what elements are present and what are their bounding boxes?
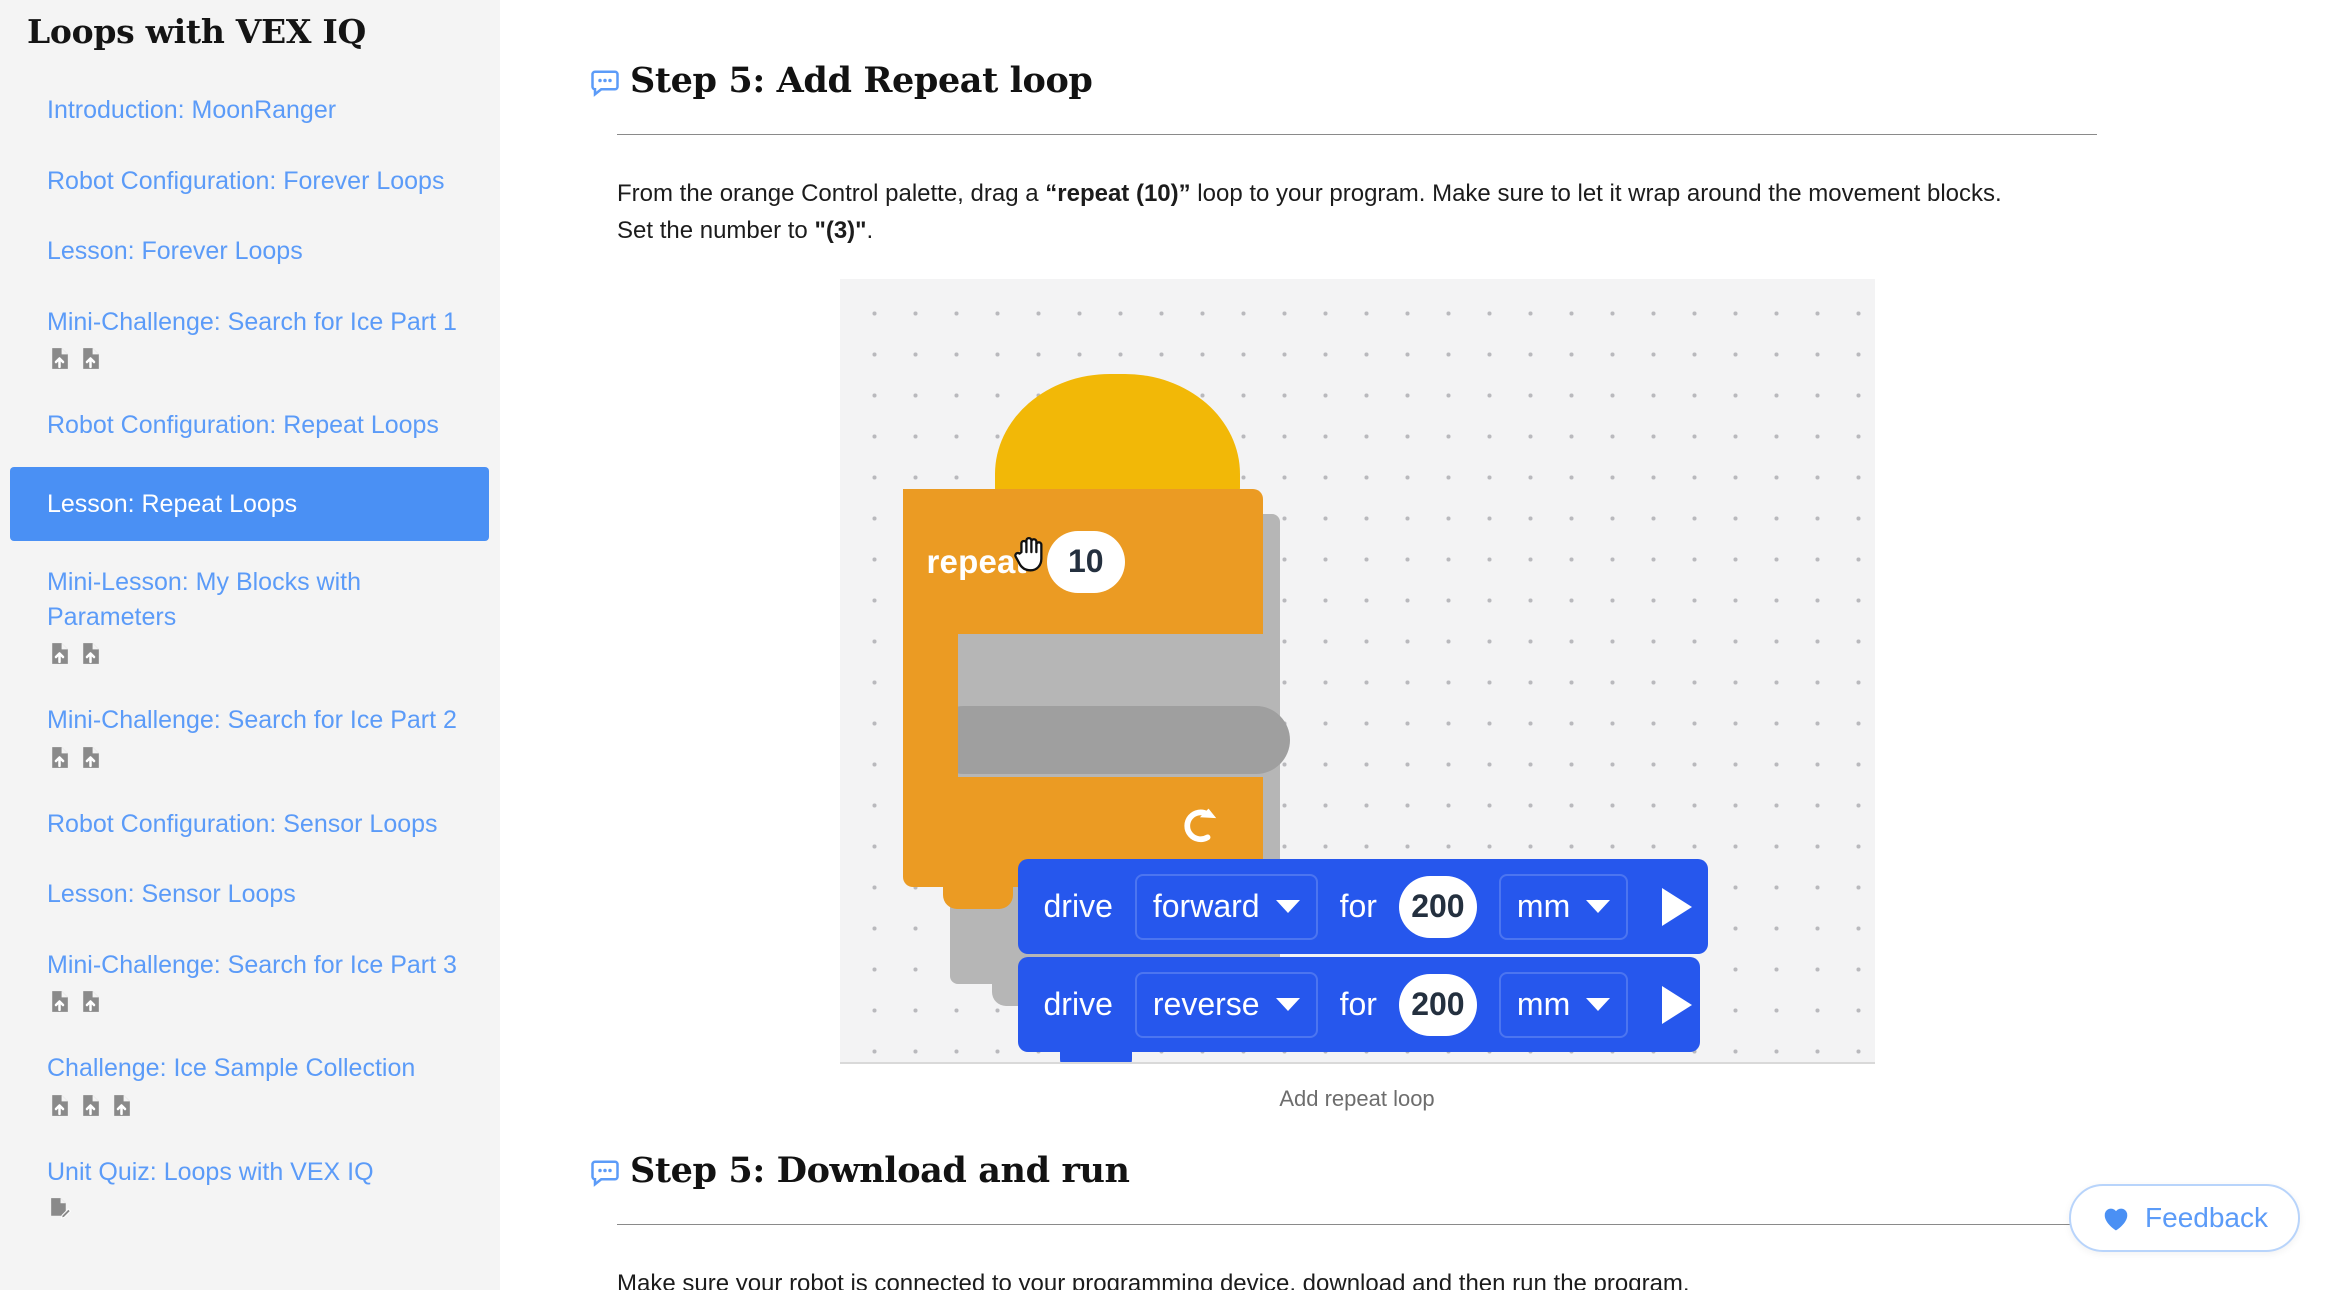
comment-bubble-icon: [590, 1158, 620, 1188]
sidebar-item-lesson-repeat-loops[interactable]: Lesson: Repeat Loops: [10, 466, 489, 541]
drive-reverse-block[interactable]: drive reverse for 200 mm: [1017, 957, 1700, 1063]
sidebar-item-label: Challenge: Ice Sample Collection: [47, 1054, 416, 1082]
section-paragraph: Make sure your robot is connected to you…: [617, 1265, 2032, 1290]
unit-dropdown[interactable]: mm: [1498, 873, 1629, 940]
sidebar-item-label: Lesson: Sensor Loops: [47, 880, 296, 908]
sidebar-item-icons: [47, 640, 489, 667]
block-program-figure: repeat 10 drive forward for 200 mm drive…: [617, 279, 2097, 1112]
comment-bubble-icon: [590, 68, 620, 98]
section-paragraph: From the orange Control palette, drag a …: [617, 175, 2032, 249]
sidebar-item-label: Mini-Challenge: Search for Ice Part 1: [47, 307, 457, 336]
lesson-nav-list: Introduction: MoonRanger Robot Configurat…: [0, 81, 500, 1234]
sidebar-item-label: Robot Configuration: Sensor Loops: [47, 809, 438, 838]
repeat-block-header[interactable]: repeat 10: [902, 489, 1263, 635]
lesson-content: Step 5: Add Repeat loop From the orange …: [500, 0, 2332, 1290]
sidebar-item-icons: [47, 1092, 489, 1119]
sidebar-item-introduction-moonranger[interactable]: Introduction: MoonRanger: [10, 81, 489, 140]
sidebar-item-lesson-forever-loops[interactable]: Lesson: Forever Loops: [10, 222, 489, 281]
direction-dropdown[interactable]: forward: [1134, 873, 1318, 940]
drive-label: drive: [1043, 888, 1113, 925]
section-title: Step 5: Add Repeat loop: [630, 60, 1093, 101]
for-label: for: [1339, 888, 1377, 925]
figure-caption: Add repeat loop: [1279, 1086, 1435, 1112]
section-header-download-and-run: Step 5: Download and run: [590, 1150, 2032, 1191]
file-upload-icon: [78, 744, 103, 771]
unit-dropdown[interactable]: mm: [1498, 971, 1629, 1038]
play-icon[interactable]: [1662, 887, 1693, 926]
chevron-down-icon: [1586, 998, 1611, 1012]
file-upload-icon: [78, 345, 103, 372]
sidebar-item-label: Introduction: MoonRanger: [47, 96, 337, 124]
sidebar-item-label: Robot Configuration: Repeat Loops: [47, 411, 439, 439]
course-sidebar: Loops with VEX IQ Introduction: MoonRang…: [0, 0, 500, 1290]
block-drop-placeholder-arm: [929, 706, 1290, 775]
chevron-down-icon: [1275, 900, 1300, 914]
grabbing-hand-cursor: [1008, 531, 1054, 577]
sidebar-item-challenge-ice-sample-collection[interactable]: Challenge: Ice Sample Collection: [10, 1039, 489, 1131]
chevron-down-icon: [1275, 998, 1300, 1012]
sidebar-item-mini-lesson-my-blocks-with-parameters[interactable]: Mini-Lesson: My Blocks with Parameters: [10, 553, 489, 679]
course-title: Loops with VEX IQ: [27, 12, 366, 51]
sidebar-item-label: Mini-Challenge: Search for Ice Part 2: [47, 706, 457, 734]
feedback-button[interactable]: Feedback: [2069, 1184, 2300, 1252]
unit-value: mm: [1516, 888, 1571, 925]
section-title: Step 5: Download and run: [630, 1150, 1130, 1192]
sidebar-item-robot-configuration-repeat-loops[interactable]: Robot Configuration: Repeat Loops: [10, 396, 489, 455]
for-label: for: [1339, 986, 1377, 1023]
file-upload-icon: [47, 744, 72, 771]
sidebar-item-icons: [47, 988, 489, 1015]
vexcode-block-canvas[interactable]: repeat 10 drive forward for 200 mm drive…: [839, 279, 1875, 1065]
repeat-count-input[interactable]: 10: [1046, 530, 1125, 593]
file-upload-icon: [47, 640, 72, 667]
sidebar-item-mini-challenge-search-for-ice-part-2[interactable]: Mini-Challenge: Search for Ice Part 2: [10, 691, 489, 783]
sidebar-item-label: Mini-Challenge: Search for Ice Part 3: [47, 950, 457, 979]
sidebar-item-lesson-sensor-loops[interactable]: Lesson: Sensor Loops: [10, 865, 489, 924]
sidebar-item-label: Unit Quiz: Loops with VEX IQ: [47, 1157, 374, 1186]
sidebar-item-label: Robot Configuration: Forever Loops: [47, 166, 445, 195]
file-upload-icon: [109, 1092, 134, 1119]
sidebar-item-label: Lesson: Repeat Loops: [47, 489, 298, 518]
direction-dropdown[interactable]: reverse: [1134, 971, 1318, 1038]
chevron-down-icon: [1586, 900, 1611, 914]
content-inner: Step 5: Add Repeat loop From the orange …: [500, 0, 2332, 1290]
section-header-add-repeat-loop: Step 5: Add Repeat loop: [590, 60, 2032, 101]
file-upload-icon: [47, 988, 72, 1015]
unit-value: mm: [1516, 986, 1571, 1023]
direction-value: forward: [1152, 888, 1260, 925]
paragraph-text: From the orange Control palette, drag a: [617, 180, 1046, 207]
file-upload-icon: [78, 640, 103, 667]
sidebar-item-label: Lesson: Forever Loops: [47, 237, 303, 265]
sidebar-item-robot-configuration-sensor-loops[interactable]: Robot Configuration: Sensor Loops: [10, 795, 489, 854]
direction-value: reverse: [1152, 986, 1260, 1023]
heart-icon: [2101, 1204, 2131, 1232]
sidebar-item-icons: [47, 744, 489, 771]
lesson-page: Loops with VEX IQ Introduction: MoonRang…: [0, 0, 2332, 1290]
distance-input[interactable]: 200: [1398, 973, 1477, 1036]
paragraph-text: Make sure your robot is connected to you…: [617, 1270, 1690, 1290]
sidebar-item-icons: [47, 1195, 489, 1222]
distance-input[interactable]: 200: [1398, 875, 1477, 938]
paragraph-emphasis: “repeat (10)”: [1045, 180, 1191, 207]
paragraph-emphasis: "(3)": [814, 217, 867, 245]
drive-label: drive: [1043, 986, 1113, 1023]
drive-forward-block[interactable]: drive forward for 200 mm: [1017, 859, 1708, 955]
file-upload-icon: [78, 988, 103, 1015]
sidebar-item-mini-challenge-search-for-ice-part-3[interactable]: Mini-Challenge: Search for Ice Part 3: [10, 936, 489, 1028]
when-started-hat-block[interactable]: [994, 374, 1240, 495]
section-divider: [617, 134, 2097, 135]
file-edit-icon: [47, 1195, 72, 1222]
sidebar-item-label: Mini-Lesson: My Blocks with Parameters: [47, 568, 361, 631]
sidebar-item-mini-challenge-search-for-ice-part-1[interactable]: Mini-Challenge: Search for Ice Part 1: [10, 293, 489, 385]
file-upload-icon: [47, 345, 72, 372]
feedback-label: Feedback: [2145, 1202, 2268, 1233]
file-upload-icon: [47, 1092, 72, 1119]
play-icon[interactable]: [1662, 985, 1693, 1024]
paragraph-text: .: [866, 217, 874, 245]
file-upload-icon: [78, 1092, 103, 1119]
sidebar-item-unit-quiz-loops-with-vex-iq[interactable]: Unit Quiz: Loops with VEX IQ: [10, 1143, 489, 1235]
section-divider: [617, 1224, 2097, 1226]
sidebar-item-icons: [47, 345, 489, 372]
loop-arrow-icon: [1175, 799, 1221, 845]
sidebar-item-robot-configuration-forever-loops[interactable]: Robot Configuration: Forever Loops: [10, 152, 489, 211]
